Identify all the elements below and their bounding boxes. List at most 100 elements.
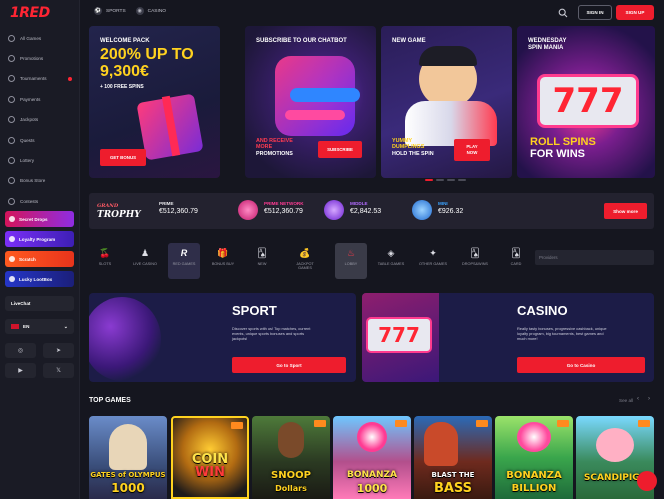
sidebar-item-tournaments[interactable]: Tournaments [0, 69, 80, 89]
category-lobby[interactable]: ♨ LOBBY [335, 243, 367, 279]
category-label: DROPS&WINS [462, 262, 488, 266]
title-line: BILLION [511, 483, 557, 494]
game-tile[interactable]: COIN WIN [171, 416, 249, 499]
providers-select[interactable]: Providers [535, 250, 654, 265]
subscribe-button[interactable]: SUBSCRIBE [318, 141, 362, 158]
title-line: BONANZA [346, 470, 398, 480]
sidebar-item-bonus-store[interactable]: Bonus Store [0, 171, 80, 191]
go-to-casino-button[interactable]: Go to Casino [517, 357, 645, 373]
category-other-games[interactable]: ✦ OTHER GAMES [417, 243, 449, 279]
jackpot-label: PRIME NETWORK [264, 201, 304, 206]
gem-icon [324, 200, 344, 220]
casino-card: 777 CASINO Really tasty bonuses, progres… [362, 293, 654, 382]
banner-text: YUMMY DUMPLINGS HOLD THE SPIN [392, 138, 434, 157]
banner-spin-mania[interactable]: WEDNESDAY SPIN MANIA 777 ROLL SPINS FOR WI… [517, 26, 655, 178]
play-now-button[interactable]: PLAY NOW [454, 139, 490, 161]
banner-caption: WELCOME PACK [100, 38, 150, 44]
sidebar: 1RED All Games Promotions Tournaments Pa… [0, 0, 80, 499]
sidebar-item-label: Jackpots [20, 117, 39, 123]
game-tile[interactable]: GATES of OLYMPUS 1000 [89, 416, 167, 499]
chip-icon: ◈ [387, 247, 395, 258]
game-tile[interactable]: SNOOP Dollars [252, 416, 330, 499]
banner-text: AND RECEIVE MORE PROMOTIONS [256, 138, 293, 157]
banner-new-game[interactable]: NEW GAME YUMMY DUMPLINGS HOLD THE SPIN PLA… [381, 26, 512, 178]
sidebar-item-quests[interactable]: Quests [0, 130, 80, 150]
lamp-icon: ✦ [429, 247, 437, 258]
header: ⚽ SPORTS ◉ CASINO SIGN IN SIGN UP [80, 0, 664, 26]
zeus-art [109, 424, 147, 470]
tab-casino[interactable]: ◉ CASINO [135, 7, 167, 15]
tab-label: CASINO [147, 8, 167, 14]
sidebar-item-lottery[interactable]: Lottery [0, 150, 80, 170]
sign-up-button[interactable]: SIGN UP [616, 5, 654, 20]
card-title: CASINO [517, 303, 568, 318]
slot-reels-art: 777 [366, 317, 432, 353]
secret-drops-button[interactable]: Secret Drops [5, 211, 74, 227]
category-live-casino[interactable]: ♟ LIVE CASINO [129, 243, 161, 279]
youtube-icon[interactable]: ▶ [5, 363, 36, 378]
hot-badge [638, 420, 650, 427]
title-line: BONANZA [506, 470, 562, 481]
go-to-sport-button[interactable]: Go to Sport [232, 357, 346, 373]
hot-badge [557, 420, 569, 427]
cards-icon: 🂡 [511, 247, 521, 258]
live-chat-label: LiveChat [11, 301, 31, 306]
banner-welcome-pack[interactable]: WELCOME PACK 200% UP TO 9,300€ + 100 FREE… [89, 26, 220, 178]
banner-chatbot[interactable]: SUBSCRIBE TO OUR CHATBOT AND RECEIVE MORE… [245, 26, 376, 178]
quest-icon [8, 136, 15, 144]
sign-in-button[interactable]: SIGN IN [578, 5, 612, 20]
category-slots[interactable]: 🍒 SLOTS [89, 243, 121, 279]
category-jackpot-games[interactable]: 💰 JACKPOT GAMES [289, 243, 321, 279]
sidebar-item-jackpots[interactable]: Jackpots [0, 110, 80, 130]
scratch-button[interactable]: Scratch [5, 251, 74, 267]
instagram-icon[interactable]: ◎ [5, 343, 36, 358]
carousel-dot[interactable] [425, 179, 433, 181]
carousel-dot[interactable] [447, 179, 455, 181]
gift-icon [8, 55, 15, 63]
category-red-games[interactable]: R RED GAMES [168, 243, 200, 279]
logo[interactable]: 1RED [10, 5, 50, 21]
text-line: ROLL SPINS [530, 136, 596, 148]
game-tile[interactable]: BLAST THE BASS [414, 416, 492, 499]
category-card[interactable]: 🂡 CARD [500, 243, 532, 279]
category-table-games[interactable]: ◈ TABLE GAMES [375, 243, 407, 279]
chip-icon: ◉ [135, 7, 144, 15]
tab-sports[interactable]: ⚽ SPORTS [94, 7, 126, 15]
chat-bubble-art [285, 110, 345, 120]
chat-bubble-icon[interactable] [637, 471, 657, 491]
lucky-lootbox-button[interactable]: Lucky LootBox [5, 271, 74, 287]
sidebar-item-payments[interactable]: Payments [0, 89, 80, 109]
arrow-left-icon[interactable]: ‹ [637, 396, 645, 404]
jackpot-label: PRIME [159, 201, 174, 206]
headline-line: 200% UP TO [100, 46, 194, 63]
see-all-link[interactable]: See all [619, 398, 633, 403]
x-icon[interactable]: 𝕏 [43, 363, 74, 378]
game-tile[interactable]: BONANZA BILLION [495, 416, 573, 499]
category-new[interactable]: 🂡 NEW [246, 243, 278, 279]
grand-trophy-logo: GRAND TROPHY [97, 202, 141, 220]
carousel-dot[interactable] [458, 179, 466, 181]
game-tile[interactable]: BONANZA 1000 [333, 416, 411, 499]
banner-subtitle: + 100 FREE SPINS [100, 84, 144, 90]
sidebar-item-promotions[interactable]: Promotions [0, 48, 80, 68]
sidebar-item-contests[interactable]: Contests [0, 191, 80, 211]
jackpot-prime: PRIME €512,360.79 [159, 201, 198, 215]
loyalty-program-button[interactable]: Loyalty Program [5, 231, 74, 247]
live-chat-button[interactable]: LiveChat [5, 296, 74, 311]
sidebar-item-label: Bonus Store [20, 178, 46, 184]
game-title: BONANZA 1000 [333, 469, 411, 495]
category-label: RED GAMES [172, 262, 196, 266]
language-selector[interactable]: EN ⌄ [5, 319, 74, 334]
search-icon[interactable] [558, 8, 568, 18]
show-more-button[interactable]: Show more [604, 203, 647, 219]
carousel-dot[interactable] [436, 179, 444, 181]
get-bonus-button[interactable]: GET BONUS [100, 149, 146, 166]
sidebar-item-label: Lottery [20, 158, 35, 164]
sidebar-item-all-games[interactable]: All Games [0, 28, 80, 48]
banner-headline: 200% UP TO 9,300€ [100, 46, 194, 80]
category-drops-wins[interactable]: 🂡 DROPS&WINS [459, 243, 491, 279]
telegram-icon[interactable]: ➤ [43, 343, 74, 358]
category-bonus-buy[interactable]: 🎁 BONUS BUY [207, 243, 239, 279]
sidebar-item-label: Promotions [20, 56, 44, 62]
arrow-right-icon[interactable]: › [648, 396, 656, 404]
